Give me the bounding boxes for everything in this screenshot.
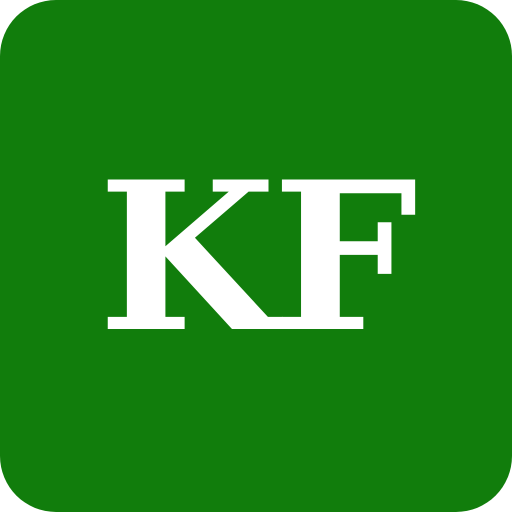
app-icon[interactable]: KF	[0, 0, 512, 512]
monogram-text: KF	[98, 137, 418, 378]
